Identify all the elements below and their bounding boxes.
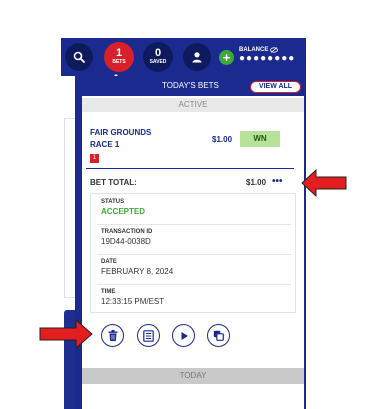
today-section-header: TODAY xyxy=(82,368,304,384)
add-funds-button[interactable]: + xyxy=(219,50,234,65)
bet-details-button[interactable] xyxy=(137,324,160,347)
top-nav-bar: 1 BETS 0 SAVED + BALANCE ●●●●●●●● xyxy=(61,38,306,76)
row-divider xyxy=(97,254,291,255)
bets-label: BETS xyxy=(112,59,126,65)
play-icon xyxy=(181,331,188,340)
race-number: RACE 1 xyxy=(90,140,120,149)
bets-button[interactable]: 1 BETS xyxy=(104,42,134,72)
status-value: ACCEPTED xyxy=(101,207,146,216)
track-name: FAIR GROUNDS xyxy=(90,128,152,137)
copy-bet-button[interactable] xyxy=(207,324,230,347)
selection-badge: 1 xyxy=(90,154,99,163)
view-all-button[interactable]: VIEW ALL xyxy=(250,81,301,93)
todays-bets-panel: TODAY'S BETS VIEW ALL ACTIVE FAIR GROUND… xyxy=(82,76,304,409)
balance-value-masked: ●●●●●●●● xyxy=(239,53,296,64)
transaction-id-row: TRANSACTION ID 19D44-0038D xyxy=(101,229,291,246)
watch-replay-button[interactable] xyxy=(172,324,195,347)
annotation-arrow-left-icon xyxy=(301,168,347,198)
saved-count: 0 xyxy=(154,47,162,59)
bet-total-value: $1.00 xyxy=(246,178,267,187)
more-options-icon[interactable]: ••• xyxy=(272,176,283,187)
search-icon xyxy=(73,51,85,63)
row-divider xyxy=(97,224,291,225)
divider xyxy=(86,168,294,169)
active-section-header: ACTIVE xyxy=(82,98,304,112)
row-divider xyxy=(97,284,291,285)
transaction-id-label: TRANSACTION ID xyxy=(101,229,153,235)
screen: 1 BETS 0 SAVED + BALANCE ●●●●●●●● TODAY'… xyxy=(0,0,378,409)
race-name[interactable]: FAIR GROUNDS RACE 1 xyxy=(90,127,151,151)
wager-type-chip: WN xyxy=(240,131,280,147)
saved-button[interactable]: 0 SAVED xyxy=(143,42,173,72)
time-label: TIME xyxy=(101,289,116,295)
panel-title: TODAY'S BETS xyxy=(162,81,219,90)
date-row: DATE FEBRUARY 8, 2024 xyxy=(101,259,291,276)
bet-total-label: BET TOTAL: xyxy=(90,178,137,187)
search-button[interactable] xyxy=(65,43,93,71)
time-row: TIME 12:33:15 PM/EST xyxy=(101,289,291,306)
account-button[interactable] xyxy=(183,43,211,71)
plus-icon: + xyxy=(222,50,231,65)
date-label: DATE xyxy=(101,259,117,265)
cancel-bet-button[interactable] xyxy=(101,324,124,347)
saved-label: SAVED xyxy=(149,59,167,65)
bets-count: 1 xyxy=(115,47,123,59)
receipt-icon xyxy=(143,329,154,342)
transaction-id-value: 19D44-0038D xyxy=(101,237,151,246)
copy-icon xyxy=(213,330,224,341)
status-row: STATUS ACCEPTED xyxy=(101,199,291,216)
trash-icon xyxy=(108,330,117,341)
time-value: 12:33:15 PM/EST xyxy=(101,297,165,306)
panel-header: TODAY'S BETS VIEW ALL xyxy=(82,76,304,96)
bet-details: STATUS ACCEPTED TRANSACTION ID 19D44-003… xyxy=(90,193,296,313)
annotation-arrow-right-icon xyxy=(39,318,93,350)
bet-amount: $1.00 xyxy=(212,135,233,144)
date-value: FEBRUARY 8, 2024 xyxy=(101,267,174,276)
user-icon xyxy=(192,52,202,63)
balance-display: BALANCE ●●●●●●●● xyxy=(239,47,295,65)
status-label: STATUS xyxy=(101,199,125,205)
